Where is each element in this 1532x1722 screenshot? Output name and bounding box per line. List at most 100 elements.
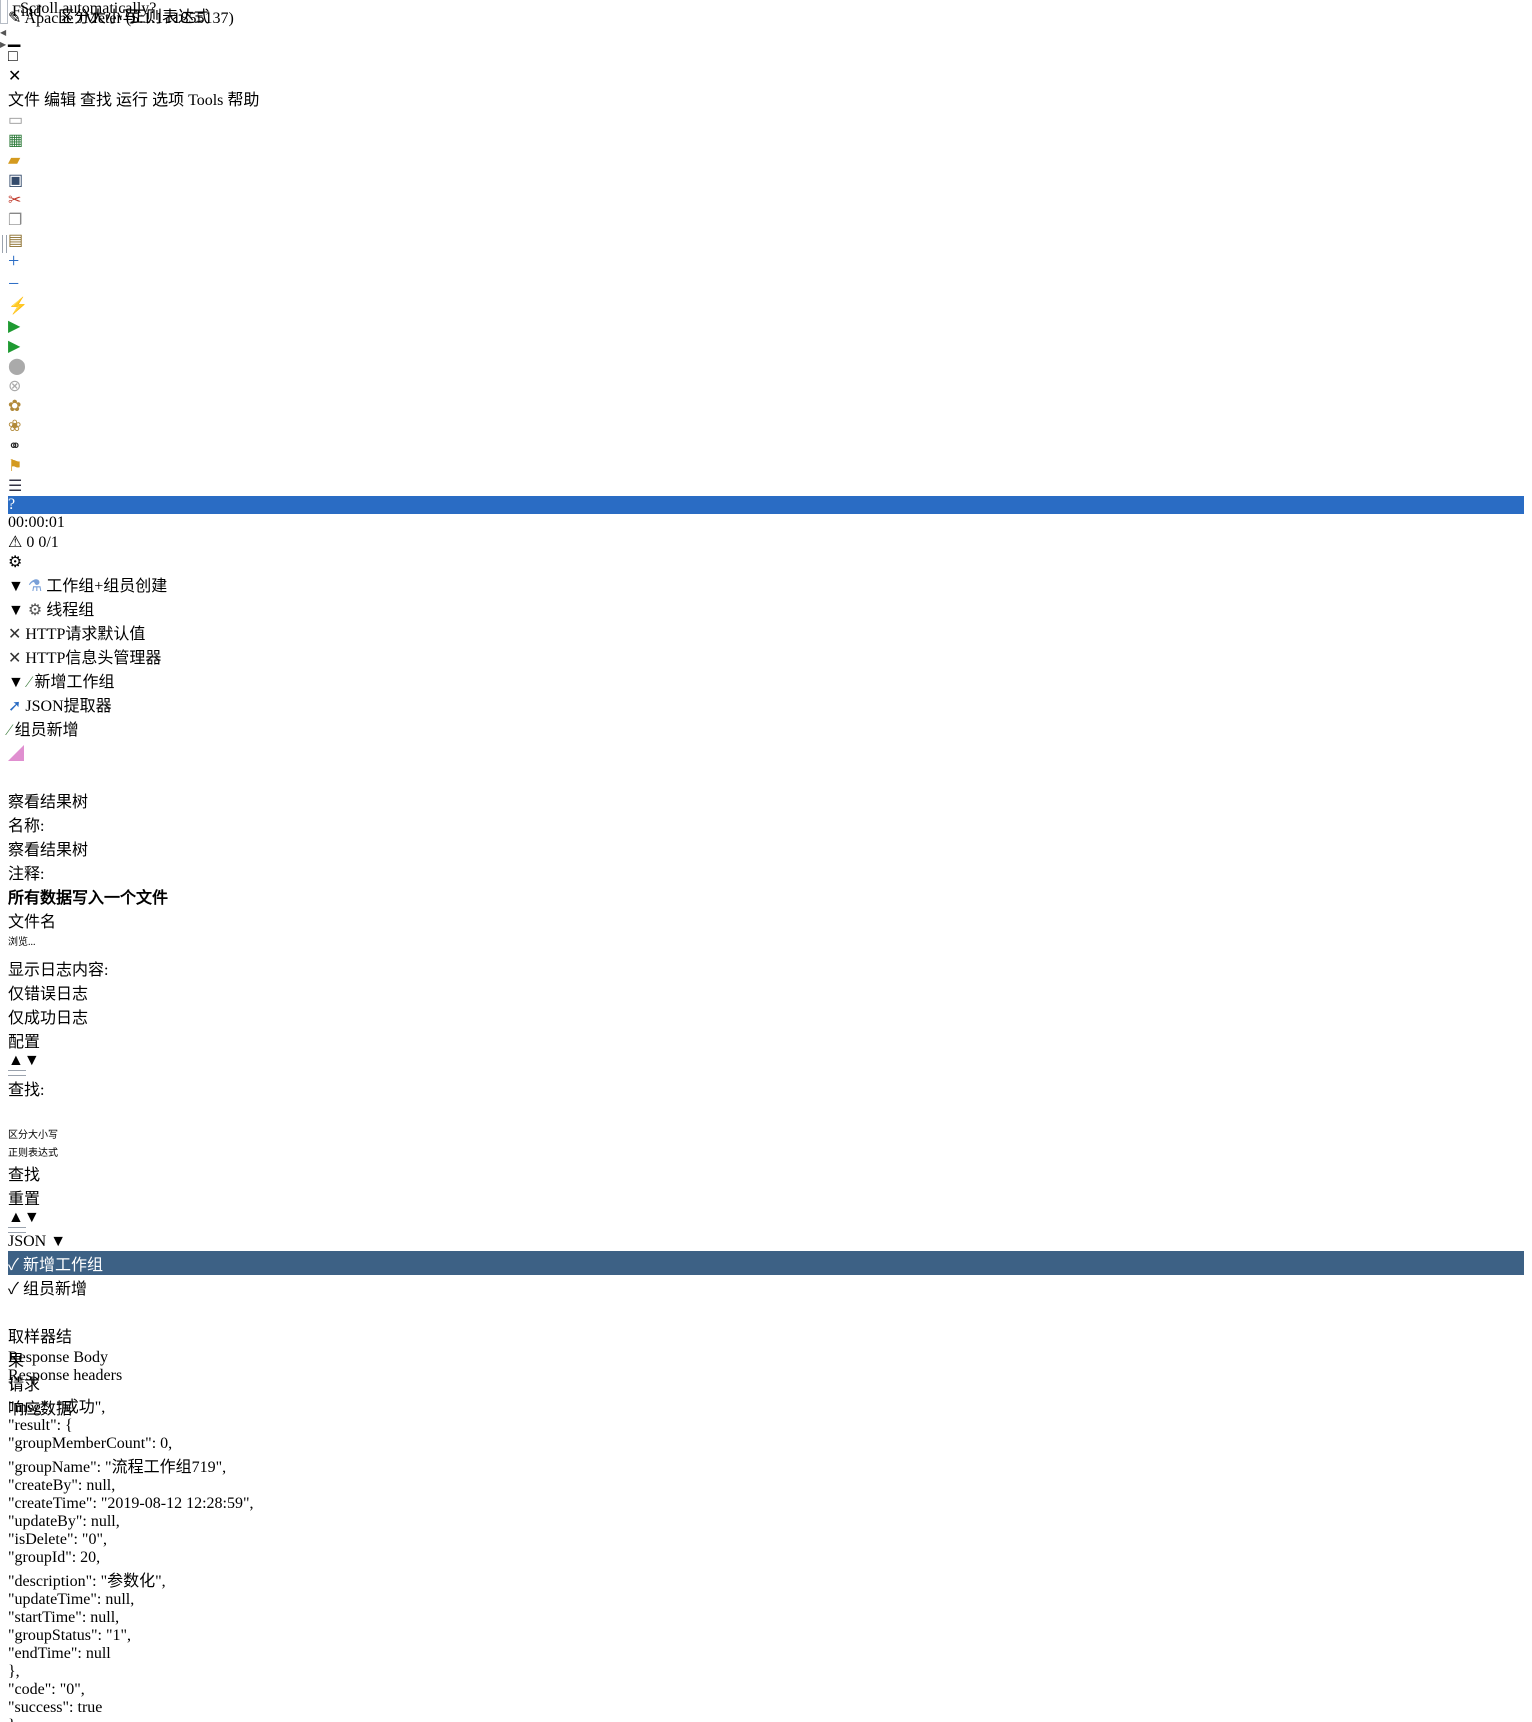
paste-icon[interactable]: ▤ — [8, 230, 1524, 250]
pipette-icon: ∕ — [8, 722, 11, 739]
json-line: "groupMemberCount": 0, — [8, 1435, 173, 1452]
start-no-pause-icon[interactable]: ▶ — [8, 336, 1524, 356]
binoculars-icon[interactable]: ⚭ — [8, 436, 1524, 456]
find-label: Find — [12, 3, 42, 20]
collapse-toggle-icon[interactable]: ▼ — [8, 578, 24, 595]
split-grip[interactable] — [2, 235, 7, 253]
list-item-label: 组员新增 — [22, 1281, 87, 1298]
success-only-label: 仅成功日志 — [8, 1010, 89, 1027]
json-line: "description": "参数化", — [8, 1573, 166, 1590]
json-line: "code": "0", — [8, 1681, 85, 1698]
tree-item-label: JSON提取器 — [25, 698, 112, 715]
menu-bar: 文件 编辑 查找 运行 选项 Tools 帮助 — [8, 86, 1524, 110]
tab-response-body[interactable]: Response Body — [8, 1349, 112, 1367]
collapse-toggle-icon[interactable]: ▼ — [8, 674, 24, 691]
maximize-button[interactable]: □ — [8, 48, 33, 66]
test-plan-tree: ▼ ⚗ 工作组+组员创建 ▼ ⚙ 线程组 ✕ HTTP请求默认值 ✕ HTTP信… — [8, 572, 1524, 788]
menu-search[interactable]: 查找 — [80, 92, 112, 109]
json-line: "success": true — [8, 1699, 103, 1716]
results-chart-icon: ◢ — [8, 746, 25, 763]
clear-icon[interactable]: ✿ — [8, 396, 1524, 416]
configure-button[interactable]: 配置 — [8, 1028, 54, 1052]
tree-item-label: HTTP请求默认值 — [25, 626, 146, 643]
toggle-icon[interactable]: ⚡ — [8, 296, 1524, 316]
open-folder-icon[interactable]: ▰ — [8, 150, 1524, 170]
menu-help[interactable]: 帮助 — [227, 92, 259, 109]
menu-run[interactable]: 运行 — [116, 92, 148, 109]
tree-item-add-group[interactable]: ▼ ∕ 新增工作组 — [8, 668, 328, 692]
save-icon[interactable]: ▣ — [8, 170, 1524, 190]
highlight-box — [8, 1299, 142, 1323]
templates-icon[interactable]: ▦ — [8, 130, 1524, 150]
json-line: }, — [8, 1663, 20, 1680]
tree-item-label: 工作组+组员创建 — [46, 578, 168, 595]
tab-response-headers[interactable]: Response headers — [8, 1367, 130, 1385]
collapse-icon[interactable]: − — [8, 273, 1524, 296]
tree-item-test-plan[interactable]: ▼ ⚗ 工作组+组员创建 — [8, 572, 368, 596]
menu-edit[interactable]: 编辑 — [44, 92, 76, 109]
flask-icon: ⚗ — [27, 578, 43, 595]
regex-label: 正则表达式 — [8, 1148, 58, 1159]
json-line: "groupId": 20, — [8, 1549, 101, 1566]
split-arrows[interactable]: ▲▼ — [8, 1052, 1524, 1070]
tree-item-label: 察看结果树 — [28, 746, 109, 763]
split-right-arrow-icon[interactable]: ▶ — [0, 40, 6, 49]
help-icon[interactable]: ? — [8, 496, 1524, 514]
function-list-icon[interactable]: ☰ — [8, 476, 1524, 496]
gear-icon: ⚙ — [27, 602, 43, 619]
split-left-arrow-icon[interactable]: ◀ — [0, 28, 6, 37]
file-group: 文件名 浏览... 显示日志内容: 仅错误日志 仅成功日志 配置 — [8, 908, 1524, 1052]
expand-icon[interactable]: + — [8, 250, 1524, 273]
menu-tools[interactable]: Tools — [188, 92, 223, 109]
search-button[interactable]: 查找 — [8, 1161, 56, 1185]
menu-options[interactable]: 选项 — [152, 92, 184, 109]
json-line: "startTime": null, — [8, 1609, 120, 1626]
remote-status-icon[interactable]: ⚙ — [8, 552, 1524, 572]
title-bar: ✎ Apache JMeter (5.1.1 r1855137) ▁ □ ✕ — [8, 8, 1524, 86]
minimize-button[interactable]: ▁ — [8, 28, 33, 48]
json-line: "isDelete": "0", — [8, 1531, 107, 1548]
collapse-toggle-icon[interactable]: ▼ — [8, 602, 24, 619]
list-item[interactable]: ✓ 新增工作组 — [8, 1251, 1524, 1275]
browse-button[interactable]: 浏览... — [8, 932, 60, 956]
copy-icon[interactable]: ❐ — [8, 210, 1524, 230]
clear-all-icon[interactable]: ❀ — [8, 416, 1524, 436]
menu-file[interactable]: 文件 — [8, 92, 40, 109]
json-line: "result": { — [8, 1417, 73, 1434]
tree-item-results-tree[interactable]: ◢ 察看结果树 — [8, 740, 328, 764]
chevron-down-icon: ▼ — [50, 1233, 67, 1250]
cut-icon[interactable]: ✂ — [8, 190, 1524, 210]
broom-icon[interactable]: ⚑ — [8, 456, 1524, 476]
case-sensitive-label: 区分大小写 — [8, 1130, 58, 1141]
list-item[interactable]: ✓ 组员新增 — [8, 1275, 1524, 1299]
reset-button[interactable]: 重置 — [8, 1185, 56, 1209]
json-response-text[interactable]: { "msg": "成功", "result": { "groupMemberC… — [8, 1375, 1524, 1722]
start-icon[interactable]: ▶ — [8, 316, 1524, 336]
tree-item-label: 新增工作组 — [34, 674, 115, 691]
tree-item-http-defaults[interactable]: ✕ HTTP请求默认值 — [8, 620, 328, 644]
log-label: 显示日志内容: — [8, 962, 109, 979]
warning-icon[interactable]: ⚠ — [8, 534, 22, 551]
tree-item-add-member[interactable]: ∕ 组员新增 — [8, 716, 328, 740]
split-handle[interactable] — [8, 1070, 26, 1076]
search-field[interactable] — [8, 1100, 236, 1125]
new-icon[interactable]: ▭ — [8, 110, 1524, 130]
shutdown-icon[interactable]: ⊗ — [8, 376, 1524, 396]
toolbar: ▭ ▦ ▰ ▣ ✂ ❐ ▤ + − ⚡ ▶ ▶ ⬤ ⊗ ✿ ❀ ⚭ ⚑ ☰ ? … — [8, 110, 1524, 572]
find-field[interactable] — [0, 0, 8, 24]
tree-item-header-manager[interactable]: ✕ HTTP信息头管理器 — [8, 644, 328, 668]
tree-item-thread-group[interactable]: ▼ ⚙ 线程组 — [8, 596, 348, 620]
renderer-select[interactable]: JSON ▼ — [8, 1233, 1524, 1251]
tree-item-json-extractor[interactable]: ➚ JSON提取器 — [8, 692, 308, 716]
result-tabs: 取样器结果 请求 响应数据 — [8, 1323, 888, 1418]
list-item-label: 新增工作组 — [22, 1257, 103, 1274]
response-tabs: Response Body Response headers — [8, 1349, 888, 1384]
json-line: "createBy": null, — [8, 1477, 116, 1494]
name-field[interactable]: 察看结果树 — [8, 836, 1061, 860]
close-button[interactable]: ✕ — [8, 66, 50, 86]
stop-icon[interactable]: ⬤ — [8, 356, 1524, 376]
elapsed-timer: 00:00:01 — [8, 514, 65, 531]
tree-item-label: 组员新增 — [14, 722, 79, 739]
warning-count: 0 — [26, 534, 35, 551]
split-arrows[interactable]: ▲▼ — [8, 1209, 1524, 1227]
